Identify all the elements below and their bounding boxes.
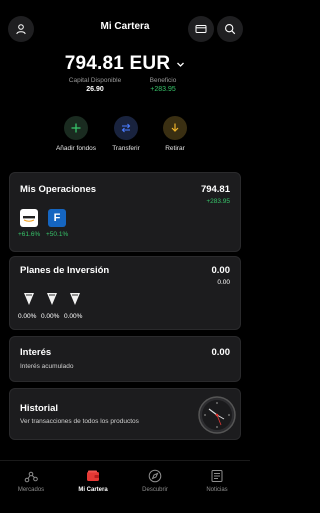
clock-icon: [198, 396, 236, 434]
available-capital: Capital Disponible 26.90: [50, 77, 140, 93]
tab-wallet-label: Mi Cartera: [78, 487, 108, 493]
plans-subvalue: 0.00: [217, 279, 230, 286]
amazon-change: +61.6%: [18, 231, 41, 238]
withdraw-icon: [163, 116, 187, 140]
f-logo-icon[interactable]: F: [48, 209, 66, 227]
chevron-down-icon: [177, 62, 185, 67]
transfer-icon: [114, 116, 138, 140]
tab-discover[interactable]: Descubrir: [124, 469, 186, 493]
wallet-icon: [87, 470, 99, 481]
tab-wallet[interactable]: Mi Cartera: [62, 469, 124, 493]
top-bar: Mi Cartera: [0, 0, 250, 56]
f-logo-text: F: [53, 212, 61, 224]
plus-icon: [64, 116, 88, 140]
plan-icon[interactable]: [69, 292, 81, 306]
search-button[interactable]: [217, 16, 243, 42]
balance-amount: 794.81 EUR: [64, 53, 171, 74]
interest-title: Interés: [20, 347, 52, 358]
operations-change: +283.95: [206, 198, 230, 205]
markets-icon: [24, 471, 38, 483]
news-icon: [211, 470, 223, 482]
bottom-tab-bar: Mercados Mi Cartera Descubrir Noticias: [0, 460, 250, 513]
tab-discover-label: Descubrir: [142, 487, 168, 493]
capital-value: 26.90: [86, 86, 104, 93]
plan-icon[interactable]: [46, 292, 58, 306]
withdraw-label: Retirar: [165, 145, 185, 152]
benefit-label: Beneficio: [149, 77, 177, 84]
balance-selector[interactable]: 794.81 EUR: [0, 53, 250, 75]
plans-title: Planes de Inversión: [20, 265, 110, 276]
interest-value: 0.00: [211, 347, 231, 358]
f-change: +50.1%: [46, 231, 69, 238]
compass-icon: [148, 469, 162, 483]
tab-markets[interactable]: Mercados: [0, 469, 62, 493]
history-subtitle: Ver transacciones de todos los productos: [20, 418, 139, 425]
operations-card[interactable]: Mis Operaciones 794.81 +283.95 +61.6% F …: [9, 172, 241, 252]
tab-markets-label: Mercados: [17, 487, 45, 493]
amazon-logo-icon[interactable]: [20, 209, 38, 227]
plans-value: 0.00: [211, 265, 231, 276]
card-button[interactable]: [188, 16, 214, 42]
capital-label: Capital Disponible: [68, 77, 122, 84]
history-title: Historial: [20, 403, 59, 414]
withdraw-button[interactable]: Retirar: [145, 116, 205, 152]
interest-card[interactable]: Interés 0.00 Interés acumulado: [9, 336, 241, 382]
benefit: Beneficio +283.95: [128, 77, 198, 93]
plans-card[interactable]: Planes de Inversión 0.00 0.00 0.00% 0.00…: [9, 256, 241, 330]
tab-news[interactable]: Noticias: [186, 469, 248, 493]
plan-pct: 0.00%: [18, 313, 37, 320]
plan-pct: 0.00%: [41, 313, 60, 320]
plan-icon[interactable]: [23, 292, 35, 306]
operations-value: 794.81: [200, 184, 230, 195]
card-icon: [195, 25, 207, 33]
benefit-value: +283.95: [150, 86, 176, 93]
tab-news-label: Noticias: [206, 487, 228, 493]
interest-subtitle: Interés acumulado: [20, 363, 74, 370]
plan-pct: 0.00%: [64, 313, 83, 320]
search-icon: [225, 24, 236, 35]
operations-title: Mis Operaciones: [20, 184, 97, 195]
history-card[interactable]: Historial Ver transacciones de todos los…: [9, 388, 241, 440]
